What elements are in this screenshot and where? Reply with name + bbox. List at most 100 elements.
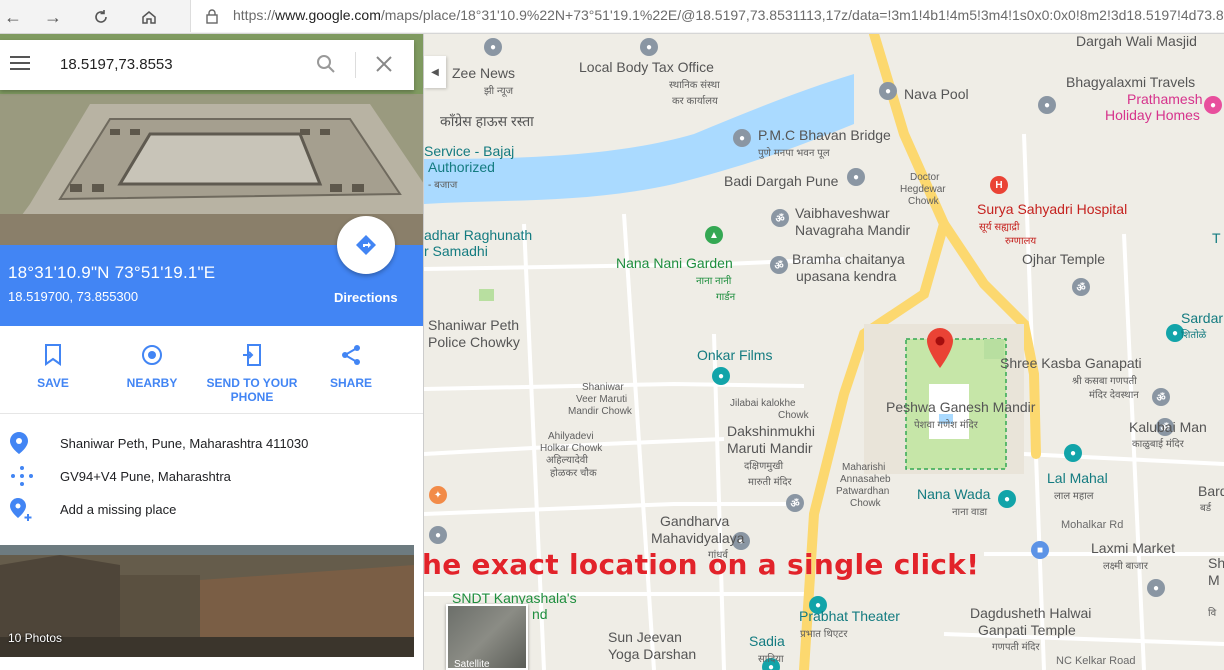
road-label: NC Kelkar Road: [1056, 655, 1136, 667]
plus-code-row[interactable]: GV94+V4 Pune, Maharashtra: [0, 463, 423, 493]
address-bar[interactable]: https://www.google.com/maps/place/18°31'…: [190, 0, 1224, 32]
plus-code-icon: [10, 465, 34, 492]
map-label: Chowk: [778, 410, 809, 421]
search-input[interactable]: 18.5197,73.8553: [60, 56, 173, 73]
menu-icon[interactable]: [10, 56, 30, 75]
poi-pin-icon[interactable]: ●: [484, 38, 502, 56]
map-label: Chowk: [850, 498, 881, 509]
directions-label[interactable]: Directions: [334, 290, 398, 305]
map-label: Chowk: [908, 196, 939, 207]
close-icon[interactable]: [375, 55, 393, 78]
map-label: Dakshinmukhi: [727, 423, 815, 439]
refresh-icon[interactable]: [88, 4, 114, 30]
plus-code-text: GV94+V4 Pune, Maharashtra: [60, 469, 231, 484]
bookmark-icon: [3, 340, 103, 370]
map-label: Mandir Chowk: [568, 406, 632, 417]
temple-pin-icon[interactable]: ॐ: [770, 256, 788, 274]
send-to-phone-icon: [202, 340, 302, 370]
hotel-pin-icon[interactable]: ●: [1204, 96, 1222, 114]
map-label: गार्डन: [716, 292, 736, 303]
nearby-button[interactable]: NEARBY: [102, 340, 202, 390]
map-label: Bramha chaitanya: [792, 251, 905, 267]
map-canvas[interactable]: ● ● ● ● ● ● ● H ॐ ▲ ॐ ॐ ● ● ॐ ॐ ॐ ● ✦ ● …: [424, 34, 1224, 670]
map-label: Peshwa Ganesh Mandir: [886, 399, 1036, 415]
map-label: Mahavidyalaya: [651, 530, 745, 546]
map-label: M: [1208, 572, 1220, 588]
map-label: Nana Wada: [917, 486, 991, 502]
address-text: Shaniwar Peth, Pune, Maharashtra 411030: [60, 436, 309, 451]
temple-pin-icon[interactable]: ॐ: [1072, 278, 1090, 296]
map-label: Shaniwar Peth: [428, 317, 520, 333]
poi-pin-icon[interactable]: ●: [429, 526, 447, 544]
map-label: पेशवा गणेश मंदिर: [914, 420, 978, 431]
map-label: Onkar Films: [697, 347, 773, 363]
collapse-panel-button[interactable]: ◀: [424, 56, 446, 88]
restaurant-pin-icon[interactable]: ✦: [429, 486, 447, 504]
temple-pin-icon[interactable]: ॐ: [786, 494, 804, 512]
forward-icon[interactable]: →: [40, 4, 66, 30]
map-label: Holiday Homes: [1105, 107, 1200, 123]
directions-button[interactable]: [337, 216, 395, 274]
satellite-toggle[interactable]: Satellite: [446, 604, 528, 670]
temple-pin-icon[interactable]: ॐ: [771, 209, 789, 227]
park-pin-icon[interactable]: ▲: [705, 226, 723, 244]
search-box[interactable]: 18.5197,73.8553: [0, 40, 414, 90]
map-label: Surya Sahyadri Hospital: [977, 201, 1128, 217]
home-icon[interactable]: [136, 4, 162, 30]
poi-pin-icon[interactable]: ●: [1038, 96, 1056, 114]
shop-pin-icon[interactable]: ■: [1031, 541, 1049, 559]
poi-pin-icon[interactable]: ●: [1147, 579, 1165, 597]
attraction-pin-icon[interactable]: ●: [998, 490, 1016, 508]
save-button[interactable]: SAVE: [3, 340, 103, 390]
map-label: वि: [1208, 608, 1217, 619]
nearby-label: NEARBY: [126, 376, 178, 390]
map-label: नाना वाडा: [952, 507, 988, 518]
attraction-pin-icon[interactable]: ●: [1064, 444, 1082, 462]
share-button[interactable]: SHARE: [301, 340, 401, 390]
map-label: adhar Raghunath: [424, 227, 533, 243]
add-missing-place-row[interactable]: Add a missing place: [0, 496, 423, 526]
map-label: Vaibhaveshwar: [795, 205, 890, 221]
send-to-phone-button[interactable]: SEND TO YOUR PHONE: [202, 340, 302, 404]
map-label: Sh: [1208, 555, 1224, 571]
search-icon[interactable]: [316, 54, 336, 79]
map-label: काळुबाई मंदिर: [1132, 439, 1184, 450]
place-panel: 18.5197,73.8553 18°31'10.9"N 73°51'19.1"…: [0, 34, 424, 670]
temple-pin-icon[interactable]: ॐ: [1152, 388, 1170, 406]
map-label: दक्षिणमुखी: [744, 461, 784, 472]
map-label: लक्ष्मी बाजार: [1103, 561, 1148, 572]
map-label: Service - Bajaj: [424, 143, 515, 159]
photos-gallery[interactable]: 10 Photos: [0, 545, 414, 657]
map-label: Dagdusheth Halwai: [970, 605, 1092, 621]
poi-pin-icon[interactable]: ●: [733, 129, 751, 147]
poi-pin-icon[interactable]: ●: [879, 82, 897, 100]
attraction-pin-icon[interactable]: ●: [712, 367, 730, 385]
map-label: Zee News: [452, 65, 516, 81]
hospital-pin-icon[interactable]: H: [990, 176, 1008, 194]
coordinates-decimal: 18.519700, 73.855300: [8, 289, 139, 304]
map-label: स्थानिक संस्था: [669, 80, 720, 91]
map-label: upasana kendra: [796, 268, 897, 284]
road-label: Mohalkar Rd: [1061, 519, 1124, 531]
location-marker-icon[interactable]: [927, 328, 953, 373]
mosque-pin-icon[interactable]: ●: [847, 168, 865, 186]
coordinates-dms: 18°31'10.9"N 73°51'19.1"E: [8, 263, 216, 282]
share-icon: [301, 340, 401, 370]
map-label: Badi Dargah Pune: [724, 173, 839, 189]
map-label: कर कार्यालय: [672, 96, 718, 107]
map-label: - बजाज: [428, 180, 458, 191]
address-row[interactable]: Shaniwar Peth, Pune, Maharashtra 411030: [0, 430, 423, 460]
nearby-icon: [102, 340, 202, 370]
poi-pin-icon[interactable]: ●: [640, 38, 658, 56]
map-label: Prathamesh: [1127, 91, 1203, 107]
map-label: r Samadhi: [424, 243, 488, 259]
back-icon[interactable]: ←: [0, 4, 26, 30]
map-label: Shree Kasba Ganapati: [1000, 355, 1142, 371]
map-label: नाना नानी: [696, 276, 732, 287]
map-label: मारुती मंदिर: [748, 477, 792, 488]
satellite-label: Satellite: [454, 659, 490, 670]
map-label: झी न्यूज: [484, 86, 514, 97]
location-pin-icon: [10, 432, 28, 459]
map-label: Ganpati Temple: [978, 622, 1076, 638]
map-label: श्री कसबा गणपती: [1072, 376, 1137, 387]
